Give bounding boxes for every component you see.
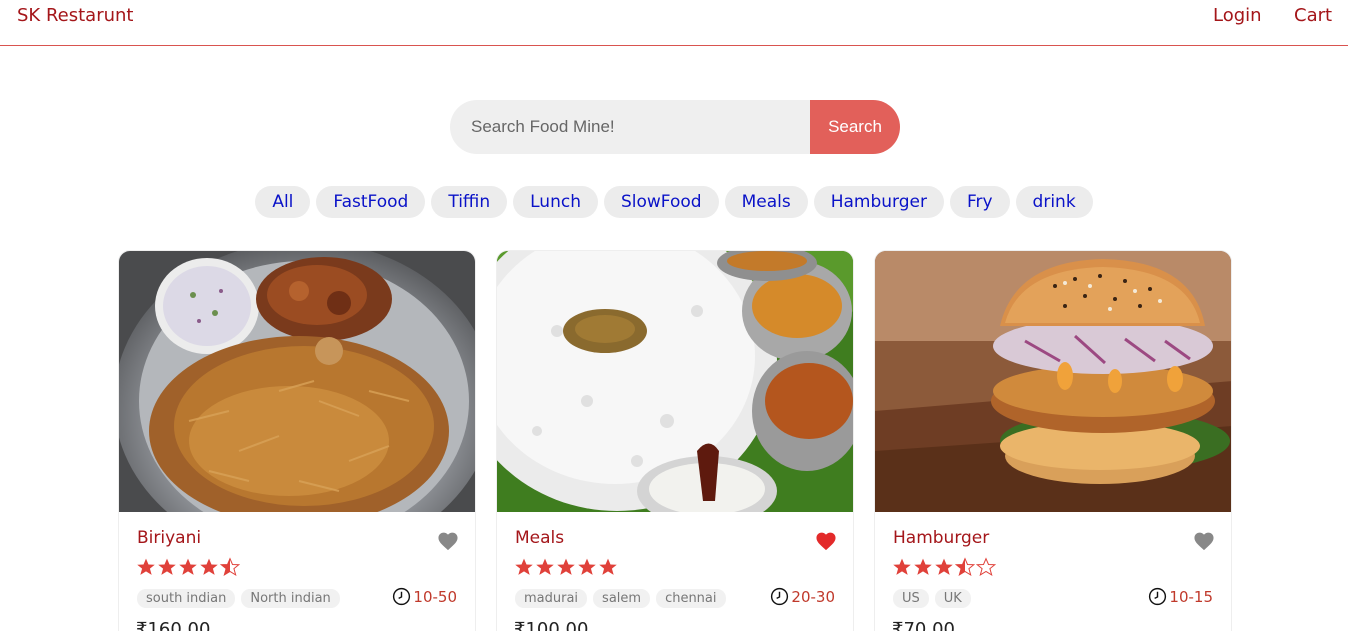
- tag-meals[interactable]: Meals: [724, 186, 808, 218]
- food-price: ₹100.00: [514, 619, 589, 631]
- search-bar: Search: [450, 100, 900, 154]
- origin-list: US UK: [893, 589, 971, 608]
- clock-icon: [393, 587, 411, 606]
- origin-list: south indian North indian: [137, 589, 340, 608]
- star-icon: [137, 558, 155, 575]
- star-icon: [536, 558, 554, 575]
- star-half-icon: [220, 557, 240, 577]
- star-icon: [200, 558, 218, 575]
- food-card-list: Biriyani south indian North indian 10-50…: [118, 250, 1232, 631]
- tag-all[interactable]: All: [255, 186, 311, 218]
- food-name[interactable]: Meals: [515, 528, 564, 548]
- tag-hamburger[interactable]: Hamburger: [813, 186, 944, 218]
- clock-icon: [771, 587, 789, 606]
- cart-link[interactable]: Cart: [1294, 5, 1332, 26]
- origin-tag: North indian: [241, 589, 340, 608]
- origin-tag: salem: [593, 589, 651, 608]
- food-name[interactable]: Biriyani: [137, 528, 201, 548]
- origin-tag: UK: [934, 589, 971, 608]
- rating-stars: [892, 557, 996, 579]
- star-icon: [914, 558, 932, 575]
- food-card[interactable]: Hamburger US UK 10-15 ₹70.00: [874, 250, 1232, 631]
- cook-time: 10-50: [392, 587, 457, 606]
- food-image-biriyani[interactable]: [119, 251, 475, 512]
- origin-tag: US: [893, 589, 929, 608]
- star-empty-icon: [976, 557, 996, 577]
- star-icon: [935, 558, 953, 575]
- cook-time-value: 10-15: [1169, 587, 1213, 606]
- food-price: ₹160.00: [136, 619, 211, 631]
- tag-slowfood[interactable]: SlowFood: [603, 186, 719, 218]
- star-icon: [578, 558, 596, 575]
- tag-filter-bar: All FastFood Tiffin Lunch SlowFood Meals…: [0, 186, 1348, 218]
- site-logo[interactable]: SK Restarunt: [17, 5, 133, 26]
- food-image-meals[interactable]: [497, 251, 853, 512]
- tag-fastfood[interactable]: FastFood: [316, 186, 426, 218]
- star-icon: [557, 558, 575, 575]
- star-icon: [599, 558, 617, 575]
- origin-list: madurai salem chennai: [515, 589, 726, 608]
- tag-drink[interactable]: drink: [1015, 186, 1093, 218]
- heart-icon[interactable]: [1193, 531, 1215, 551]
- heart-icon[interactable]: [437, 531, 459, 551]
- tag-tiffin[interactable]: Tiffin: [431, 186, 508, 218]
- tag-lunch[interactable]: Lunch: [513, 186, 598, 218]
- food-price: ₹70.00: [892, 619, 955, 631]
- star-icon: [515, 558, 533, 575]
- origin-tag: madurai: [515, 589, 588, 608]
- star-icon: [893, 558, 911, 575]
- star-icon: [179, 558, 197, 575]
- food-image-hamburger[interactable]: [875, 251, 1231, 512]
- cook-time: 20-30: [770, 587, 835, 606]
- rating-stars: [136, 557, 240, 579]
- star-icon: [158, 558, 176, 575]
- top-navbar: SK Restarunt Login Cart: [0, 0, 1348, 46]
- clock-icon: [1149, 587, 1167, 606]
- cook-time-value: 20-30: [791, 587, 835, 606]
- origin-tag: south indian: [137, 589, 236, 608]
- search-input[interactable]: [450, 100, 830, 154]
- star-half-icon: [955, 557, 975, 577]
- origin-tag: chennai: [656, 589, 726, 608]
- login-link[interactable]: Login: [1213, 5, 1262, 26]
- cook-time: 10-15: [1148, 587, 1213, 606]
- search-button[interactable]: Search: [810, 100, 900, 154]
- tag-fry[interactable]: Fry: [949, 186, 1010, 218]
- food-name[interactable]: Hamburger: [893, 528, 989, 548]
- cook-time-value: 10-50: [413, 587, 457, 606]
- rating-stars: [514, 557, 618, 579]
- heart-icon[interactable]: [815, 531, 837, 551]
- food-card[interactable]: Biriyani south indian North indian 10-50…: [118, 250, 476, 631]
- food-card[interactable]: Meals madurai salem chennai 20-30 ₹100.0…: [496, 250, 854, 631]
